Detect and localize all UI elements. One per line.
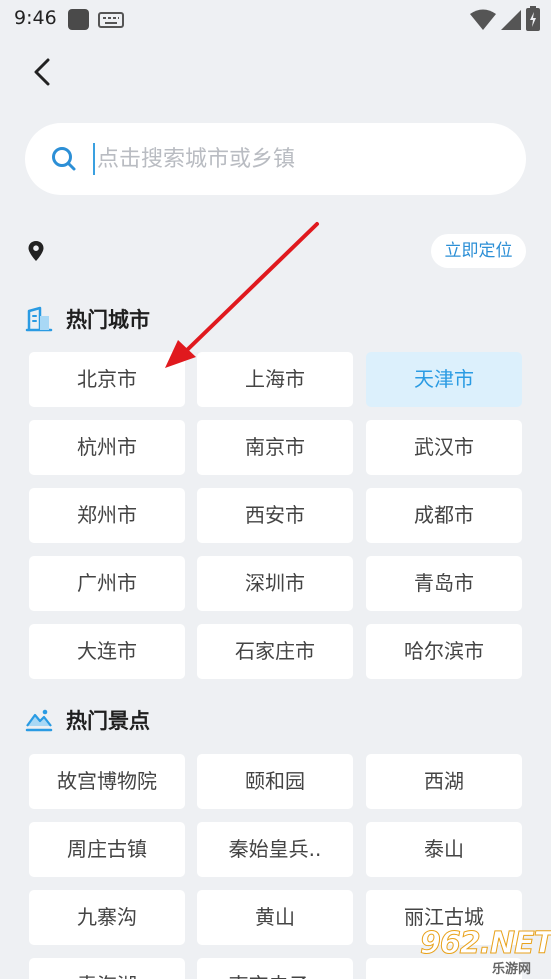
- city-picker-screen: 9:46 立即定位: [0, 0, 551, 979]
- battery-icon: [526, 6, 540, 31]
- watermark-sub-text: 乐游网: [492, 962, 532, 977]
- search-input[interactable]: [97, 141, 497, 177]
- watermark-logo: 962.NET 乐游网: [419, 926, 551, 979]
- spot-button-1[interactable]: 颐和园: [197, 754, 353, 809]
- spot-button-10[interactable]: 南京夫子..: [197, 958, 353, 979]
- search-bar[interactable]: [25, 123, 526, 195]
- text-caret: [93, 143, 95, 175]
- city-button-3[interactable]: 杭州市: [29, 420, 185, 475]
- city-button-5[interactable]: 武汉市: [366, 420, 522, 475]
- city-button-4[interactable]: 南京市: [197, 420, 353, 475]
- hot-spots-header: 热门景点: [24, 704, 150, 736]
- mountain-icon: [25, 709, 53, 732]
- spot-button-3[interactable]: 周庄古镇: [29, 822, 185, 877]
- back-button[interactable]: [24, 52, 60, 92]
- city-button-11[interactable]: 青岛市: [366, 556, 522, 611]
- hot-spots-title: 热门景点: [66, 709, 150, 733]
- city-button-1[interactable]: 上海市: [197, 352, 353, 407]
- status-time: 9:46: [14, 7, 57, 29]
- city-button-9[interactable]: 广州市: [29, 556, 185, 611]
- spot-button-5[interactable]: 泰山: [366, 822, 522, 877]
- watermark-logo-text: 962.NET: [419, 926, 551, 962]
- city-button-14[interactable]: 哈尔滨市: [366, 624, 522, 679]
- spot-button-6[interactable]: 九寨沟: [29, 890, 185, 945]
- app-icon: [68, 9, 89, 30]
- spot-button-2[interactable]: 西湖: [366, 754, 522, 809]
- locate-now-button[interactable]: 立即定位: [431, 234, 526, 268]
- city-button-12[interactable]: 大连市: [29, 624, 185, 679]
- wifi-icon: [470, 9, 496, 30]
- city-button-0[interactable]: 北京市: [29, 352, 185, 407]
- city-button-10[interactable]: 深圳市: [197, 556, 353, 611]
- city-button-6[interactable]: 郑州市: [29, 488, 185, 543]
- hot-cities-title: 热门城市: [66, 308, 150, 332]
- spot-button-7[interactable]: 黄山: [197, 890, 353, 945]
- spot-button-4[interactable]: 秦始皇兵..: [197, 822, 353, 877]
- city-button-7[interactable]: 西安市: [197, 488, 353, 543]
- chevron-left-icon: [34, 58, 50, 86]
- city-button-8[interactable]: 成都市: [366, 488, 522, 543]
- hot-cities-header: 热门城市: [24, 303, 150, 335]
- location-pin-icon: [28, 241, 44, 261]
- building-icon: [25, 306, 53, 332]
- signal-icon: [501, 10, 521, 30]
- city-button-2[interactable]: 天津市: [366, 352, 522, 407]
- keyboard-icon: [98, 12, 124, 28]
- search-icon: [52, 147, 76, 171]
- city-button-13[interactable]: 石家庄市: [197, 624, 353, 679]
- status-bar: 9:46: [0, 0, 551, 38]
- spot-button-9[interactable]: 青海湖: [29, 958, 185, 979]
- spot-button-0[interactable]: 故宫博物院: [29, 754, 185, 809]
